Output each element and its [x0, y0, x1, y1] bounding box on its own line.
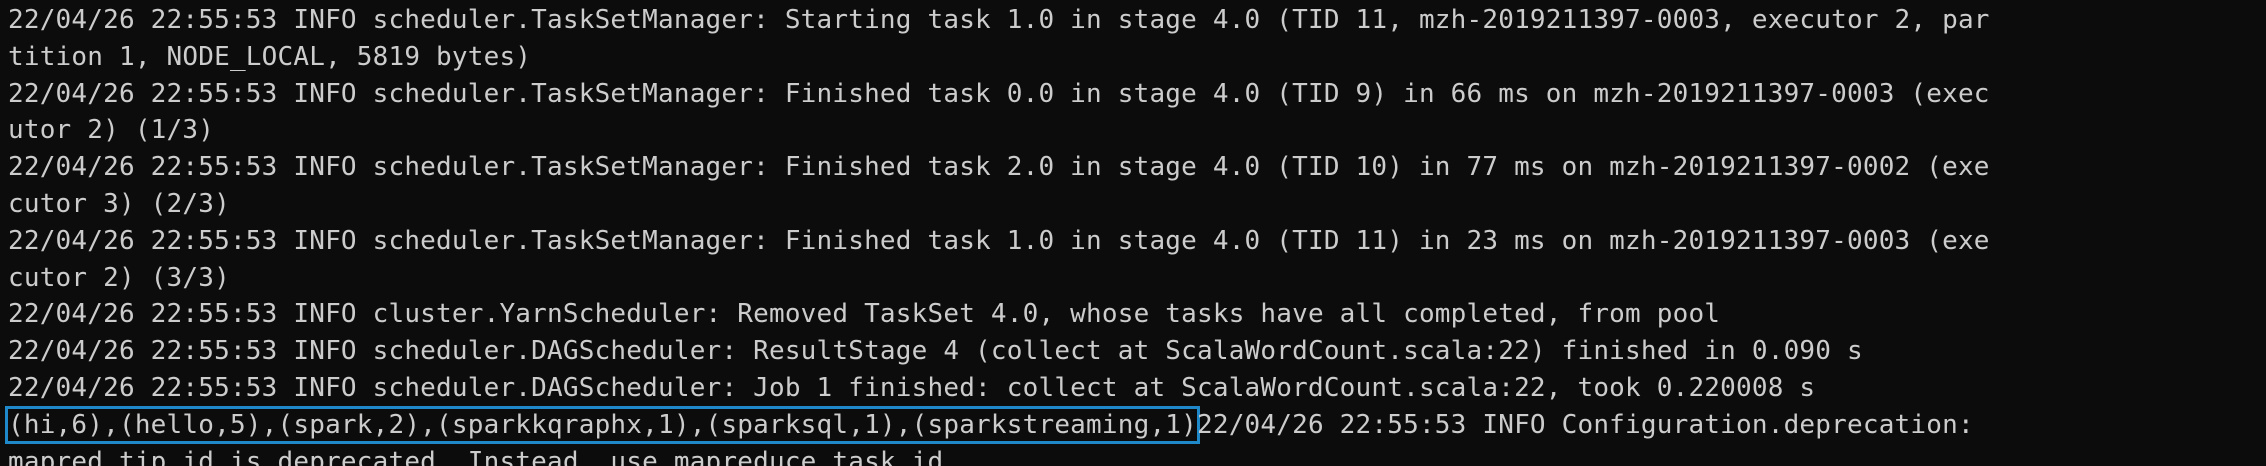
log-line-continuation: 22/04/26 22:55:53 INFO Configuration.dep… — [1197, 409, 1974, 440]
log-line: 22/04/26 22:55:53 INFO scheduler.TaskSet… — [8, 225, 1990, 256]
log-line: 22/04/26 22:55:53 INFO scheduler.DAGSche… — [8, 336, 1863, 367]
log-line: 22/04/26 22:55:53 INFO scheduler.TaskSet… — [8, 78, 1990, 109]
result-line: (hi,6),(hello,5),(spark,2),(sparkkqraphx… — [5, 405, 2266, 444]
log-line: tition 1, NODE_LOCAL, 5819 bytes) — [8, 41, 532, 72]
word-count-result-highlight: (hi,6),(hello,5),(spark,2),(sparkkqraphx… — [5, 405, 1200, 444]
terminal-output[interactable]: 22/04/26 22:55:53 INFO scheduler.TaskSet… — [0, 0, 2266, 466]
log-line: utor 2) (1/3) — [8, 115, 215, 146]
log-line: cutor 2) (3/3) — [8, 262, 230, 293]
log-line: 22/04/26 22:55:53 INFO scheduler.TaskSet… — [8, 5, 1990, 35]
log-line: 22/04/26 22:55:53 INFO cluster.YarnSched… — [8, 299, 1721, 330]
log-line: 22/04/26 22:55:53 INFO scheduler.DAGSche… — [8, 372, 1816, 403]
log-line: mapred.tip.id is deprecated. Instead, us… — [8, 446, 944, 466]
log-line: cutor 3) (2/3) — [8, 188, 230, 219]
log-line: 22/04/26 22:55:53 INFO scheduler.TaskSet… — [8, 152, 1990, 183]
